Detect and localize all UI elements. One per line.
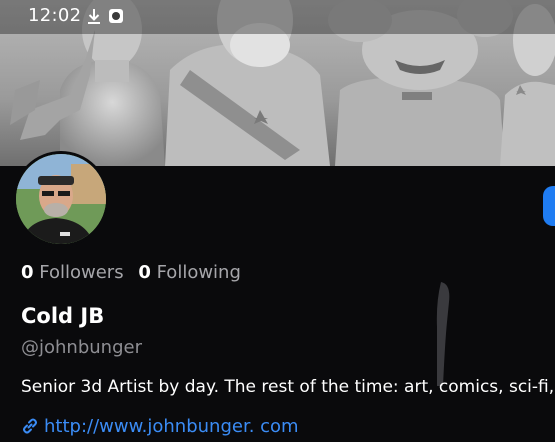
status-time: 12:02 (28, 5, 82, 26)
following-count: 0 (138, 262, 151, 283)
following-label: Following (156, 262, 241, 283)
edit-profile-button[interactable] (543, 186, 555, 226)
following-link[interactable]: 0 Following (138, 262, 241, 283)
status-bar: 12:02 (0, 0, 555, 34)
follow-stats: 0 Followers 0 Following (21, 262, 241, 283)
profile-bio: Senior 3d Artist by day. The rest of the… (21, 377, 555, 397)
followers-count: 0 (21, 262, 34, 283)
avatar-photo (16, 154, 106, 244)
followers-link[interactable]: 0 Followers (21, 262, 124, 283)
profile-screen: 12:02 0 Followers 0 Following Cold JB @j… (0, 0, 555, 442)
profile-website-link[interactable]: http://www.johnbunger. com (21, 416, 299, 437)
app-notification-icon (109, 9, 123, 23)
download-icon (88, 9, 100, 24)
avatar[interactable] (13, 151, 109, 247)
user-handle: @johnbunger (21, 337, 142, 358)
paint-drip-decoration (436, 282, 450, 386)
display-name: Cold JB (21, 304, 105, 328)
link-icon (23, 418, 37, 434)
website-link-text: http://www.johnbunger. com (44, 416, 299, 437)
followers-label: Followers (39, 262, 124, 283)
